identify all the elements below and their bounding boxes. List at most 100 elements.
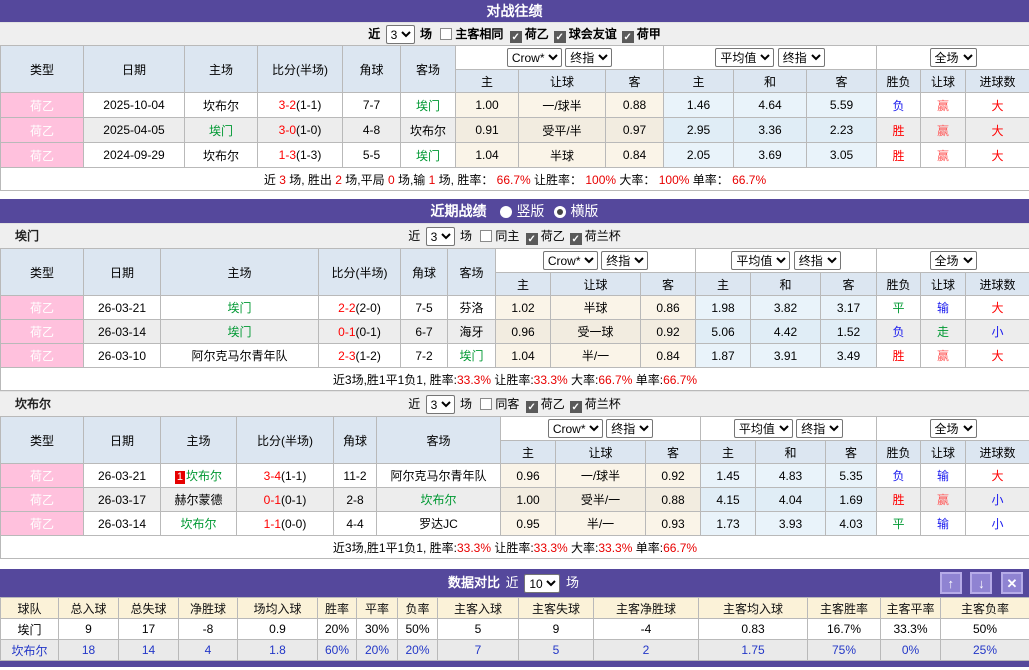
col-date: 日期 xyxy=(84,46,185,93)
odds-source-select[interactable]: Crow* xyxy=(543,251,598,270)
col-odds-home: 主 xyxy=(501,441,556,464)
summary-segment: 单率： xyxy=(689,173,732,187)
col-type: 类型 xyxy=(1,46,84,93)
scope-select[interactable]: 全场 xyxy=(930,48,977,67)
cambuur-near-count-select[interactable]: 3 xyxy=(426,395,455,414)
cell-away: 坎布尔 xyxy=(377,488,501,512)
league-checkbox[interactable]: ✓ xyxy=(510,31,522,43)
col-away: 客场 xyxy=(448,249,496,296)
home-team: 坎布尔 xyxy=(203,149,239,163)
cell-avg-home: 4.15 xyxy=(701,488,756,512)
compare-near-count-select[interactable]: 10 xyxy=(524,574,560,593)
same-venue-label: 主客相同 xyxy=(455,27,503,41)
cell-result-goals: 大 xyxy=(966,118,1029,143)
emmen-summary: 近3场,胜1平1负1, 胜率:33.3% 让胜率:33.3% 大率:66.7% … xyxy=(1,368,1029,391)
cell-avg-home: 1.46 xyxy=(664,93,734,118)
summary-segment: 66.7% xyxy=(663,541,697,555)
avg-source-select[interactable]: 平均值 xyxy=(731,251,790,270)
cell-stat: 16.7% xyxy=(808,619,881,640)
cell-stat: 20% xyxy=(398,640,438,661)
avg-stage-select[interactable]: 终指 xyxy=(796,419,843,438)
same-venue-checkbox[interactable] xyxy=(440,28,452,40)
odds-source-select[interactable]: Crow* xyxy=(507,48,562,67)
cell-odds-home: 1.00 xyxy=(501,488,556,512)
odds-stage-select[interactable]: 终指 xyxy=(565,48,612,67)
home-team: 阿尔克马尔青年队 xyxy=(191,349,287,363)
same-home-checkbox[interactable] xyxy=(480,230,492,242)
league-checkbox[interactable]: ✓ xyxy=(570,233,582,245)
cambuur-league-filters: ✓荷乙✓荷兰杯 xyxy=(523,397,623,411)
cell-result-outcome: 负 xyxy=(877,320,921,344)
bottom-bar xyxy=(0,661,1029,667)
cell-corner: 2-8 xyxy=(334,488,377,512)
emmen-team-label: 埃门 xyxy=(15,224,39,249)
col-score: 比分(半场) xyxy=(258,46,343,93)
summary-segment: 0 xyxy=(388,173,395,187)
compare-col-header: 主客均入球 xyxy=(699,598,808,619)
col-corner: 角球 xyxy=(401,249,448,296)
col-avg-draw: 和 xyxy=(751,273,821,296)
summary-segment: 33.3% xyxy=(457,373,491,387)
odds-stage-select[interactable]: 终指 xyxy=(601,251,648,270)
league-checkbox[interactable]: ✓ xyxy=(526,401,538,413)
match-row: 荷乙26-03-21埃门2-2(2-0)7-5芬洛1.02半球0.861.983… xyxy=(1,296,1029,320)
cell-avg-draw: 3.82 xyxy=(751,296,821,320)
cambuur-team-label: 坎布尔 xyxy=(15,392,51,417)
h2h-summary: 近 3 场, 胜出 2 场,平局 0 场,输 1 场, 胜率： 66.7% 让胜… xyxy=(1,168,1029,191)
avg-stage-select[interactable]: 终指 xyxy=(778,48,825,67)
col-goals: 进球数 xyxy=(966,441,1029,464)
halftime-score: (1-0) xyxy=(296,123,321,137)
fulltime-score: 1-3 xyxy=(279,148,296,162)
h2h-table: 类型 日期 主场 比分(半场) 角球 客场 Crow* 终指 平均值 终指 全场… xyxy=(0,45,1029,191)
cell-league: 荷乙 xyxy=(1,344,84,368)
avg-source-select[interactable]: 平均值 xyxy=(715,48,774,67)
summary-segment: 单率: xyxy=(632,373,663,387)
odds-stage-select[interactable]: 终指 xyxy=(606,419,653,438)
cell-odds-home: 1.04 xyxy=(496,344,551,368)
odds-source-select[interactable]: Crow* xyxy=(548,419,603,438)
h2h-near-count-select[interactable]: 3 xyxy=(386,25,415,44)
match-row: 荷乙26-03-211坎布尔3-4(1-1)11-2阿尔克马尔青年队0.96一/… xyxy=(1,464,1029,488)
summary-segment: 场, 胜率： xyxy=(435,173,496,187)
cell-result-outcome: 胜 xyxy=(877,143,921,168)
same-away-checkbox[interactable] xyxy=(480,398,492,410)
scope-select[interactable]: 全场 xyxy=(930,419,977,438)
home-team: 坎布尔 xyxy=(180,517,216,531)
cell-result-handicap: 赢 xyxy=(921,143,966,168)
halftime-score: (0-0) xyxy=(281,517,306,531)
col-avg-away: 客 xyxy=(807,70,877,93)
match-row: 荷乙2024-09-29坎布尔1-3(1-3)5-5埃门1.04半球0.842.… xyxy=(1,143,1029,168)
cell-away: 芬洛 xyxy=(448,296,496,320)
cell-result-outcome: 平 xyxy=(877,296,921,320)
league-label: 荷乙 xyxy=(541,397,565,411)
cell-odds-home: 0.91 xyxy=(456,118,519,143)
avg-source-select[interactable]: 平均值 xyxy=(734,419,793,438)
cell-avg-home: 1.45 xyxy=(701,464,756,488)
cell-date: 26-03-14 xyxy=(84,512,161,536)
league-checkbox[interactable]: ✓ xyxy=(570,401,582,413)
move-down-button[interactable]: ↓ xyxy=(970,572,992,594)
league-checkbox[interactable]: ✓ xyxy=(526,233,538,245)
scope-select[interactable]: 全场 xyxy=(930,251,977,270)
avg-stage-select[interactable]: 终指 xyxy=(794,251,841,270)
cell-date: 26-03-14 xyxy=(84,320,161,344)
cell-away: 埃门 xyxy=(401,93,456,118)
cell-away: 海牙 xyxy=(448,320,496,344)
cell-stat: 2 xyxy=(594,640,699,661)
cell-home: 赫尔蒙德 xyxy=(161,488,237,512)
cell-odds-away: 0.93 xyxy=(646,512,701,536)
cell-score: 1-1(0-0) xyxy=(237,512,334,536)
cell-avg-draw: 3.36 xyxy=(734,118,807,143)
layout-radio[interactable] xyxy=(554,206,566,218)
league-checkbox[interactable]: ✓ xyxy=(622,31,634,43)
emmen-near-count-select[interactable]: 3 xyxy=(426,227,455,246)
near-label: 近 xyxy=(506,575,519,590)
move-up-button[interactable]: ↑ xyxy=(940,572,962,594)
close-button[interactable]: ✕ xyxy=(1001,572,1023,594)
layout-radio[interactable] xyxy=(500,206,512,218)
cambuur-summary: 近3场,胜1平1负1, 胜率:33.3% 让胜率:33.3% 大率:33.3% … xyxy=(1,536,1029,559)
league-checkbox[interactable]: ✓ xyxy=(554,31,566,43)
col-odds-home: 主 xyxy=(456,70,519,93)
cell-score: 3-4(1-1) xyxy=(237,464,334,488)
cell-stat: 9 xyxy=(519,619,594,640)
